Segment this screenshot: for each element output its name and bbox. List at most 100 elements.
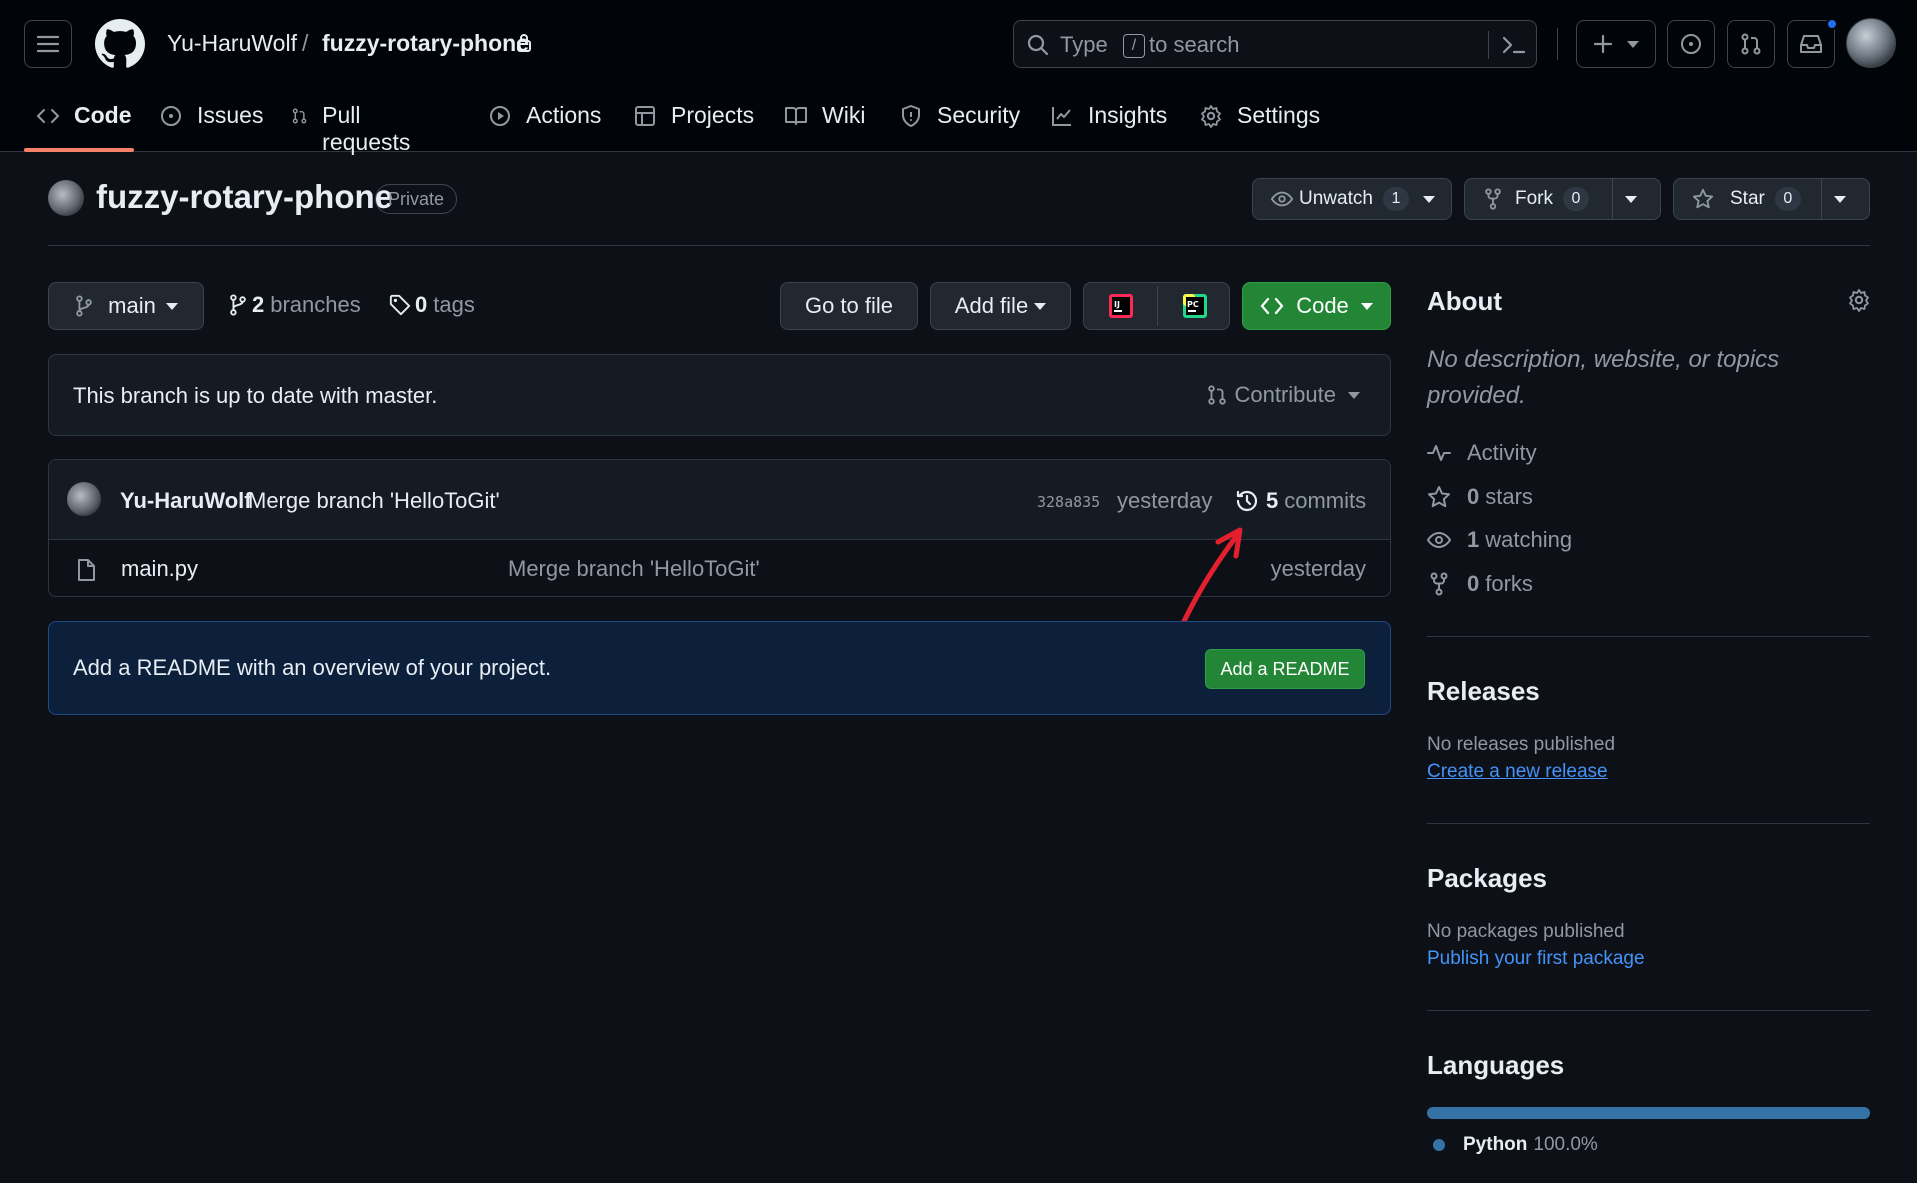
language-item[interactable]: Python 100.0% [1433,1134,1598,1156]
fork-split-divider [1612,179,1613,219]
commit-sha[interactable]: 328a835 [1037,493,1100,511]
code-label: Code [1296,293,1349,318]
tab-security-label: Security [937,102,1021,128]
watch-counter: 1 [1382,187,1409,211]
chevron-down-icon [1034,302,1047,310]
sidebar-divider [1427,823,1870,824]
file-name[interactable]: main.py [121,556,198,582]
chevron-down-icon [1627,40,1639,48]
about-settings-gear-icon[interactable] [1847,288,1871,312]
breadcrumb-owner[interactable]: Yu-HaruWolf [167,30,297,57]
file-commit-message[interactable]: Merge branch 'HelloToGit' [508,556,760,582]
intellij-button[interactable]: IJ [1084,283,1157,329]
gear-icon [1201,105,1221,128]
eye-icon [1427,531,1451,549]
user-avatar[interactable] [1846,18,1896,68]
global-header: Yu-HaruWolf / fuzzy-rotary-phone Type / … [0,0,1917,155]
language-bar [1427,1107,1870,1119]
forks-count: 0 [1467,571,1480,596]
branch-select-button[interactable]: main [48,282,204,330]
language-name: Python [1463,1134,1528,1155]
tab-issues[interactable]: Issues [159,90,263,152]
packages-title[interactable]: Packages [1427,863,1547,894]
repo-title[interactable]: fuzzy-rotary-phone [96,178,393,216]
visibility-badge: Private [375,184,458,214]
repo-header: fuzzy-rotary-phone Private Unwatch 1 For… [48,178,1870,246]
star-label[interactable]: Star [1730,188,1765,210]
branches-link[interactable]: 2 branches [228,292,361,318]
github-logo-icon[interactable] [95,19,145,69]
forks-link[interactable]: 0 forks [1427,571,1533,597]
star-dropdown-icon[interactable] [1834,195,1846,203]
tab-issues-label: Issues [197,102,264,128]
chevron-down-icon [1348,391,1360,399]
tab-settings[interactable]: Settings [1199,90,1320,152]
tab-code[interactable]: Code [36,90,132,152]
pull-request-icon [292,108,307,124]
tag-icon [389,294,411,316]
pull-request-icon [1208,385,1227,405]
pycharm-button[interactable]: PC [1158,283,1231,329]
activity-link[interactable]: Activity [1427,440,1537,466]
command-palette-icon[interactable] [1500,33,1528,57]
star-icon [1428,486,1450,508]
add-file-label: Add file [954,293,1029,318]
tags-link[interactable]: 0 tags [389,292,475,318]
commit-author[interactable]: Yu-HaruWolf [120,488,252,514]
go-to-file-button[interactable]: Go to file [780,282,918,330]
tab-insights[interactable]: Insights [1050,90,1167,152]
readme-prompt: Add a README with an overview of your pr… [48,621,1391,715]
tab-projects[interactable]: Projects [633,90,754,152]
unwatch-button[interactable]: Unwatch 1 [1252,178,1452,220]
breadcrumb-repo[interactable]: fuzzy-rotary-phone [322,30,529,57]
lock-icon [517,34,531,52]
header-divider [1557,28,1558,60]
search-input[interactable]: Type / to search [1013,20,1537,68]
tab-wiki[interactable]: Wiki [784,90,865,152]
star-icon [1692,188,1714,209]
code-dropdown-button[interactable]: Code [1242,282,1391,330]
fork-dropdown-icon[interactable] [1625,195,1637,203]
chevron-down-icon [1422,195,1435,203]
tab-wiki-label: Wiki [822,102,866,128]
fork-label[interactable]: Fork [1515,188,1553,210]
packages-empty-text: No packages published [1427,921,1625,942]
create-new-button[interactable] [1576,20,1656,68]
repo-header-divider [48,245,1870,246]
releases-empty-text: No releases published [1427,734,1616,755]
search-icon [1027,34,1049,56]
chevron-down-icon [165,302,178,310]
tab-actions-label: Actions [526,102,602,128]
sidebar-divider [1427,636,1870,637]
graph-icon [1052,107,1071,126]
ide-button-group: IJ PC [1083,282,1230,330]
add-file-button[interactable]: Add file [930,282,1071,330]
tab-actions[interactable]: Actions [488,90,601,152]
stars-link[interactable]: 0 stars [1427,484,1533,510]
commit-author-avatar[interactable] [67,482,101,516]
tab-pull-requests[interactable]: Pull requests [291,90,417,155]
eye-icon [1271,191,1293,207]
pull-requests-button[interactable] [1727,20,1775,68]
language-color-dot [1433,1139,1445,1151]
fork-icon [1485,188,1501,210]
tab-settings-label: Settings [1237,102,1321,128]
tab-security[interactable]: Security [899,90,1020,152]
stars-count: 0 [1467,484,1480,509]
pull-request-icon [1741,33,1761,55]
intellij-icon: IJ [1108,294,1133,318]
publish-package-link[interactable]: Publish your first package [1427,948,1645,970]
releases-title[interactable]: Releases [1427,676,1540,707]
tab-insights-label: Insights [1088,102,1168,128]
issues-button[interactable] [1667,20,1715,68]
tab-code-label: Code [74,102,132,128]
add-readme-button[interactable]: Add a README [1205,649,1365,689]
svg-text:PC: PC [1187,300,1199,309]
watching-link[interactable]: 1 watching [1427,527,1572,553]
contribute-button[interactable]: Contribute [1206,382,1360,408]
create-release-link[interactable]: Create a new release [1427,761,1608,783]
contribute-label: Contribute [1234,382,1336,407]
repo-owner-avatar[interactable] [48,180,84,216]
menu-button[interactable] [24,20,72,68]
commit-message[interactable]: Merge branch 'HelloToGit' [248,488,500,514]
